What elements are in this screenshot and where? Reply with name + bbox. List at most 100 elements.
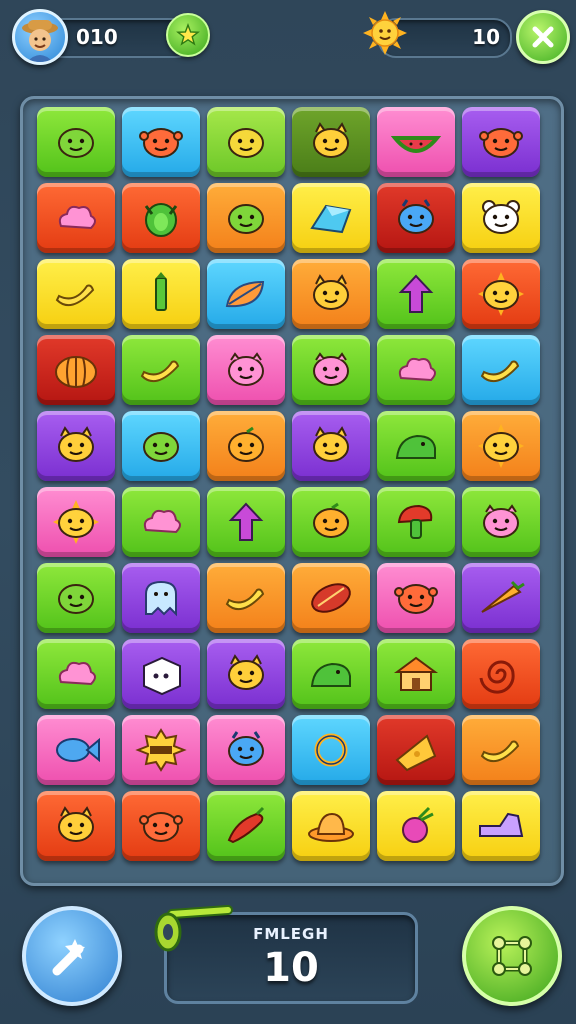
tile-crab[interactable]	[122, 107, 200, 177]
tile-cat[interactable]	[207, 639, 285, 709]
swirl-icon	[479, 660, 515, 694]
tile-slime[interactable]	[207, 183, 285, 253]
game-board	[20, 96, 564, 886]
watermelon-icon	[390, 136, 442, 153]
sun-icon	[478, 272, 524, 316]
tile-slime[interactable]	[37, 107, 115, 177]
banana-icon	[225, 588, 265, 611]
tile-ghost[interactable]	[122, 563, 200, 633]
bear-icon	[482, 200, 520, 234]
tile-pumpkin[interactable]	[37, 335, 115, 405]
magic-wand-button[interactable]	[22, 906, 122, 1006]
pig-icon	[228, 352, 264, 386]
crab-icon	[394, 584, 438, 614]
tile-crystal[interactable]	[292, 183, 370, 253]
tile-cat[interactable]	[292, 107, 370, 177]
pig-icon	[313, 352, 349, 386]
tile-slime[interactable]	[37, 563, 115, 633]
crystal-icon	[310, 204, 352, 234]
tile-mushroom[interactable]	[377, 487, 455, 557]
tile-cat[interactable]	[292, 411, 370, 481]
tile-cloud[interactable]	[37, 183, 115, 253]
tile-slime[interactable]	[122, 411, 200, 481]
tile-banana[interactable]	[462, 715, 540, 785]
tile-sun[interactable]	[37, 487, 115, 557]
tile-pig[interactable]	[207, 335, 285, 405]
tile-monster[interactable]	[207, 715, 285, 785]
tile-cheese[interactable]	[377, 715, 455, 785]
tile-swirl[interactable]	[462, 639, 540, 709]
tile-dino[interactable]	[377, 411, 455, 481]
ghost-icon	[145, 580, 177, 617]
tile-sun[interactable]	[462, 411, 540, 481]
tile-grid	[37, 107, 547, 861]
tile-radish[interactable]	[377, 791, 455, 861]
right-counter-value: 10	[472, 25, 500, 49]
tile-orange[interactable]	[207, 411, 285, 481]
sun-icon	[478, 424, 524, 468]
tile-sun[interactable]	[462, 259, 540, 329]
tile-crab[interactable]	[122, 791, 200, 861]
tile-banana[interactable]	[37, 259, 115, 329]
cat-icon	[58, 806, 94, 842]
tile-leaf[interactable]	[207, 259, 285, 329]
tile-crab[interactable]	[462, 107, 540, 177]
tile-dino[interactable]	[292, 639, 370, 709]
cat-icon	[313, 426, 349, 462]
tile-arrow[interactable]	[207, 487, 285, 557]
pumpkin-icon	[55, 356, 97, 388]
tile-badge[interactable]	[122, 715, 200, 785]
tile-pig[interactable]	[292, 335, 370, 405]
tile-watermelon[interactable]	[377, 107, 455, 177]
banana-icon	[480, 740, 520, 763]
star-icon[interactable]	[166, 13, 210, 57]
cat-icon	[58, 426, 94, 462]
close-icon	[532, 26, 554, 48]
tile-bug[interactable]	[122, 183, 200, 253]
tile-house[interactable]	[377, 639, 455, 709]
sun-icon	[362, 10, 408, 56]
tile-hat[interactable]	[292, 791, 370, 861]
tile-arrow[interactable]	[377, 259, 455, 329]
cloud-icon	[398, 357, 436, 382]
tile-melon[interactable]	[292, 563, 370, 633]
bug-icon	[144, 203, 178, 237]
tile-box[interactable]	[122, 639, 200, 709]
tile-banana[interactable]	[207, 563, 285, 633]
slime-icon	[143, 432, 179, 462]
shuffle-button[interactable]	[462, 906, 562, 1006]
tile-crab[interactable]	[377, 563, 455, 633]
ring-icon	[314, 733, 348, 767]
tile-monster[interactable]	[377, 183, 455, 253]
crab-icon	[139, 128, 183, 158]
tile-pig[interactable]	[462, 487, 540, 557]
tile-banana[interactable]	[122, 335, 200, 405]
cloud-icon	[143, 509, 181, 534]
tile-lemon[interactable]	[207, 107, 285, 177]
close-button[interactable]	[516, 10, 570, 64]
house-icon	[393, 656, 439, 691]
fish-icon	[56, 737, 100, 763]
tile-pencil[interactable]	[122, 259, 200, 329]
tile-bear[interactable]	[462, 183, 540, 253]
tile-cloud[interactable]	[377, 335, 455, 405]
orange-icon	[313, 502, 349, 538]
tile-shoe[interactable]	[462, 791, 540, 861]
tile-chili[interactable]	[207, 791, 285, 861]
tile-banana[interactable]	[462, 335, 540, 405]
player-avatar-icon[interactable]	[12, 9, 68, 65]
slime-icon	[228, 204, 264, 234]
tile-cloud[interactable]	[37, 639, 115, 709]
tile-orange[interactable]	[292, 487, 370, 557]
tile-carrot[interactable]	[462, 563, 540, 633]
hat-icon	[308, 812, 354, 842]
leaf-icon	[225, 280, 265, 308]
tile-fish[interactable]	[37, 715, 115, 785]
tile-cat[interactable]	[37, 791, 115, 861]
tile-cloud[interactable]	[122, 487, 200, 557]
mushroom-icon	[397, 504, 433, 539]
tile-cat[interactable]	[37, 411, 115, 481]
tile-ring[interactable]	[292, 715, 370, 785]
tile-cat[interactable]	[292, 259, 370, 329]
melon-icon	[311, 583, 351, 613]
